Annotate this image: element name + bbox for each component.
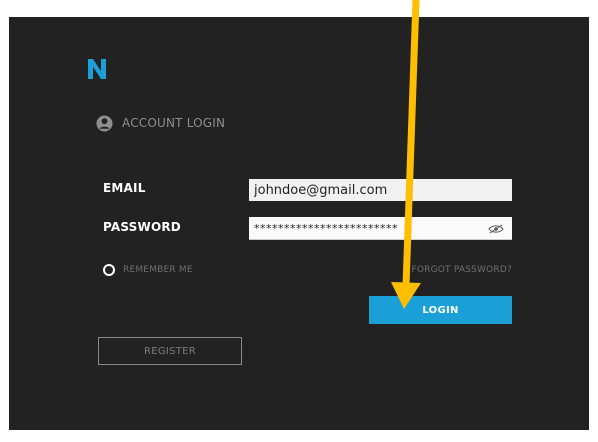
password-input[interactable]: [249, 217, 512, 240]
account-login-title: ACCOUNT LOGIN: [122, 116, 226, 130]
email-input[interactable]: [249, 179, 512, 201]
n-logo-icon: [88, 59, 106, 79]
remember-me-label: REMEMBER ME: [123, 265, 193, 275]
login-button[interactable]: LOGIN: [369, 296, 512, 324]
email-label: EMAIL: [103, 181, 146, 195]
eye-icon[interactable]: [488, 224, 504, 234]
radio-button-icon[interactable]: [103, 264, 115, 276]
forgot-password-link[interactable]: FORGOT PASSWORD?: [411, 265, 512, 275]
screenshot-stage: ACCOUNT LOGIN EMAIL PASSWORD REMEMBER ME…: [0, 0, 598, 442]
remember-me-option[interactable]: REMEMBER ME: [103, 264, 193, 276]
password-label: PASSWORD: [103, 220, 181, 234]
register-button[interactable]: REGISTER: [98, 337, 242, 365]
user-icon: [96, 114, 113, 132]
account-login-heading: ACCOUNT LOGIN: [96, 114, 225, 132]
